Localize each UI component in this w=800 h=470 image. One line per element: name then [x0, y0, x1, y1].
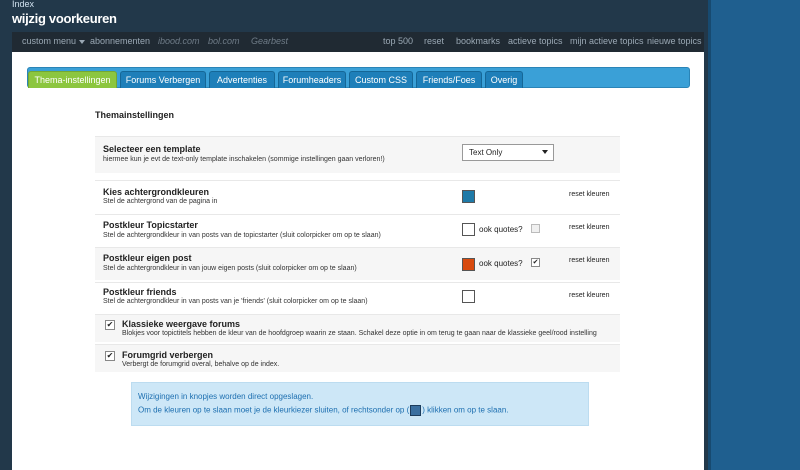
option-label: Klassieke weergave forums [122, 319, 241, 329]
tab-thema-instellingen[interactable]: Thema-instellingen [28, 71, 117, 88]
color-row-friends: Postkleur friends Stel de achtergrondkle… [95, 282, 620, 315]
option-desc: Blokjes voor topictitels hebben de kleur… [122, 330, 597, 337]
nav-reset[interactable]: reset [424, 36, 444, 46]
color-label: Postkleur eigen post [103, 253, 192, 263]
color-row-topicstarter: Postkleur Topicstarter Stel de achtergro… [95, 214, 620, 245]
info-text-a: Om de kleuren op te slaan moet je de kle… [138, 405, 410, 415]
nav-top500[interactable]: top 500 [383, 36, 413, 46]
main-frame: Index wijzig voorkeuren custom menu abon… [0, 0, 708, 470]
tab-bar: Thema-instellingen Forums Verbergen Adve… [27, 67, 690, 88]
color-swatch-topicstarter[interactable] [462, 223, 475, 236]
reset-colors-button[interactable]: reset kleuren [569, 191, 609, 198]
reset-colors-button[interactable]: reset kleuren [569, 224, 609, 231]
chevron-down-icon [79, 39, 86, 44]
template-row: Selecteer een template hiermee kun je ev… [95, 136, 620, 173]
quotes-label: ook quotes? [479, 259, 523, 268]
color-swatch-eigen-post[interactable] [462, 258, 475, 271]
reset-colors-button[interactable]: reset kleuren [569, 257, 609, 264]
option-desc: Verbergt de forumgrid overal, behalve op… [122, 361, 280, 368]
color-row-background: Kies achtergrondkleuren Stel de achtergr… [95, 180, 620, 211]
template-select-value: Text Only [469, 148, 503, 157]
nav-bookmarks[interactable]: bookmarks [456, 36, 500, 46]
color-swatch-background[interactable] [462, 190, 475, 203]
nav-abonnementen[interactable]: abonnementen [90, 36, 150, 46]
nav-gearbest[interactable]: Gearbest [251, 36, 288, 46]
tab-forums-verbergen[interactable]: Forums Verbergen [120, 71, 206, 88]
option-label: Forumgrid verbergen [122, 350, 214, 360]
info-text-b: ) klikken om op te slaan. [422, 405, 509, 415]
chevron-down-icon [542, 150, 548, 154]
quotes-label: ook quotes? [479, 225, 523, 234]
template-desc: hiermee kun je evt de text-only template… [103, 156, 385, 163]
color-row-eigen-post: Postkleur eigen post Stel de achtergrond… [95, 247, 620, 280]
color-desc: Stel de achtergrondkleur in van posts va… [103, 232, 381, 239]
color-label: Postkleur friends [103, 287, 177, 297]
breadcrumb[interactable]: Index [12, 0, 34, 9]
template-label: Selecteer een template [103, 144, 201, 154]
nav-bol[interactable]: bol.com [208, 36, 240, 46]
page-title: wijzig voorkeuren [12, 11, 117, 26]
color-label: Kies achtergrondkleuren [103, 187, 210, 197]
color-desc: Stel de achtergrondkleur in van jouw eig… [103, 265, 357, 272]
tab-advertenties[interactable]: Advertenties [209, 71, 275, 88]
nav-custom-menu[interactable]: custom menu [22, 36, 86, 46]
forumgrid-checkbox[interactable]: ✔ [105, 351, 115, 361]
option-row-klassieke: ✔ Klassieke weergave forums Blokjes voor… [95, 314, 620, 342]
settings-panel: Thema-instellingen Forums Verbergen Adve… [12, 52, 704, 470]
save-icon [410, 405, 422, 416]
info-line-1: Wijzigingen in knopjes worden direct opg… [138, 392, 314, 401]
nav-actieve-topics[interactable]: actieve topics [508, 36, 563, 46]
color-label: Postkleur Topicstarter [103, 220, 198, 230]
page-background [708, 0, 800, 470]
color-swatch-friends[interactable] [462, 290, 475, 303]
info-line-2: Om de kleuren op te slaan moet je de kle… [138, 405, 509, 416]
info-box: Wijzigingen in knopjes worden direct opg… [131, 382, 589, 426]
option-row-forumgrid: ✔ Forumgrid verbergen Verbergt de forumg… [95, 344, 620, 372]
template-select[interactable]: Text Only [462, 144, 554, 161]
color-desc: Stel de achtergrondkleur in van posts va… [103, 298, 368, 305]
tab-friends-foes[interactable]: Friends/Foes [416, 71, 482, 88]
tab-custom-css[interactable]: Custom CSS [349, 71, 413, 88]
klassieke-checkbox[interactable]: ✔ [105, 320, 115, 330]
reset-colors-button[interactable]: reset kleuren [569, 292, 609, 299]
top-navbar: custom menu abonnementen ibood.com bol.c… [12, 32, 704, 52]
tab-overig[interactable]: Overig [485, 71, 523, 88]
nav-nieuwe-topics[interactable]: nieuwe topics [647, 36, 702, 46]
color-desc: Stel de achtergrond van de pagina in [103, 198, 218, 205]
nav-ibood[interactable]: ibood.com [158, 36, 200, 46]
tab-forumheaders[interactable]: Forumheaders [278, 71, 346, 88]
section-title: Themainstellingen [95, 110, 175, 120]
quotes-checkbox[interactable]: ✔ [531, 258, 540, 267]
quotes-checkbox[interactable] [531, 224, 540, 233]
page-header: Index wijzig voorkeuren [0, 0, 708, 30]
frame-edge [708, 0, 711, 470]
nav-mijn-actieve-topics[interactable]: mijn actieve topics [570, 36, 644, 46]
